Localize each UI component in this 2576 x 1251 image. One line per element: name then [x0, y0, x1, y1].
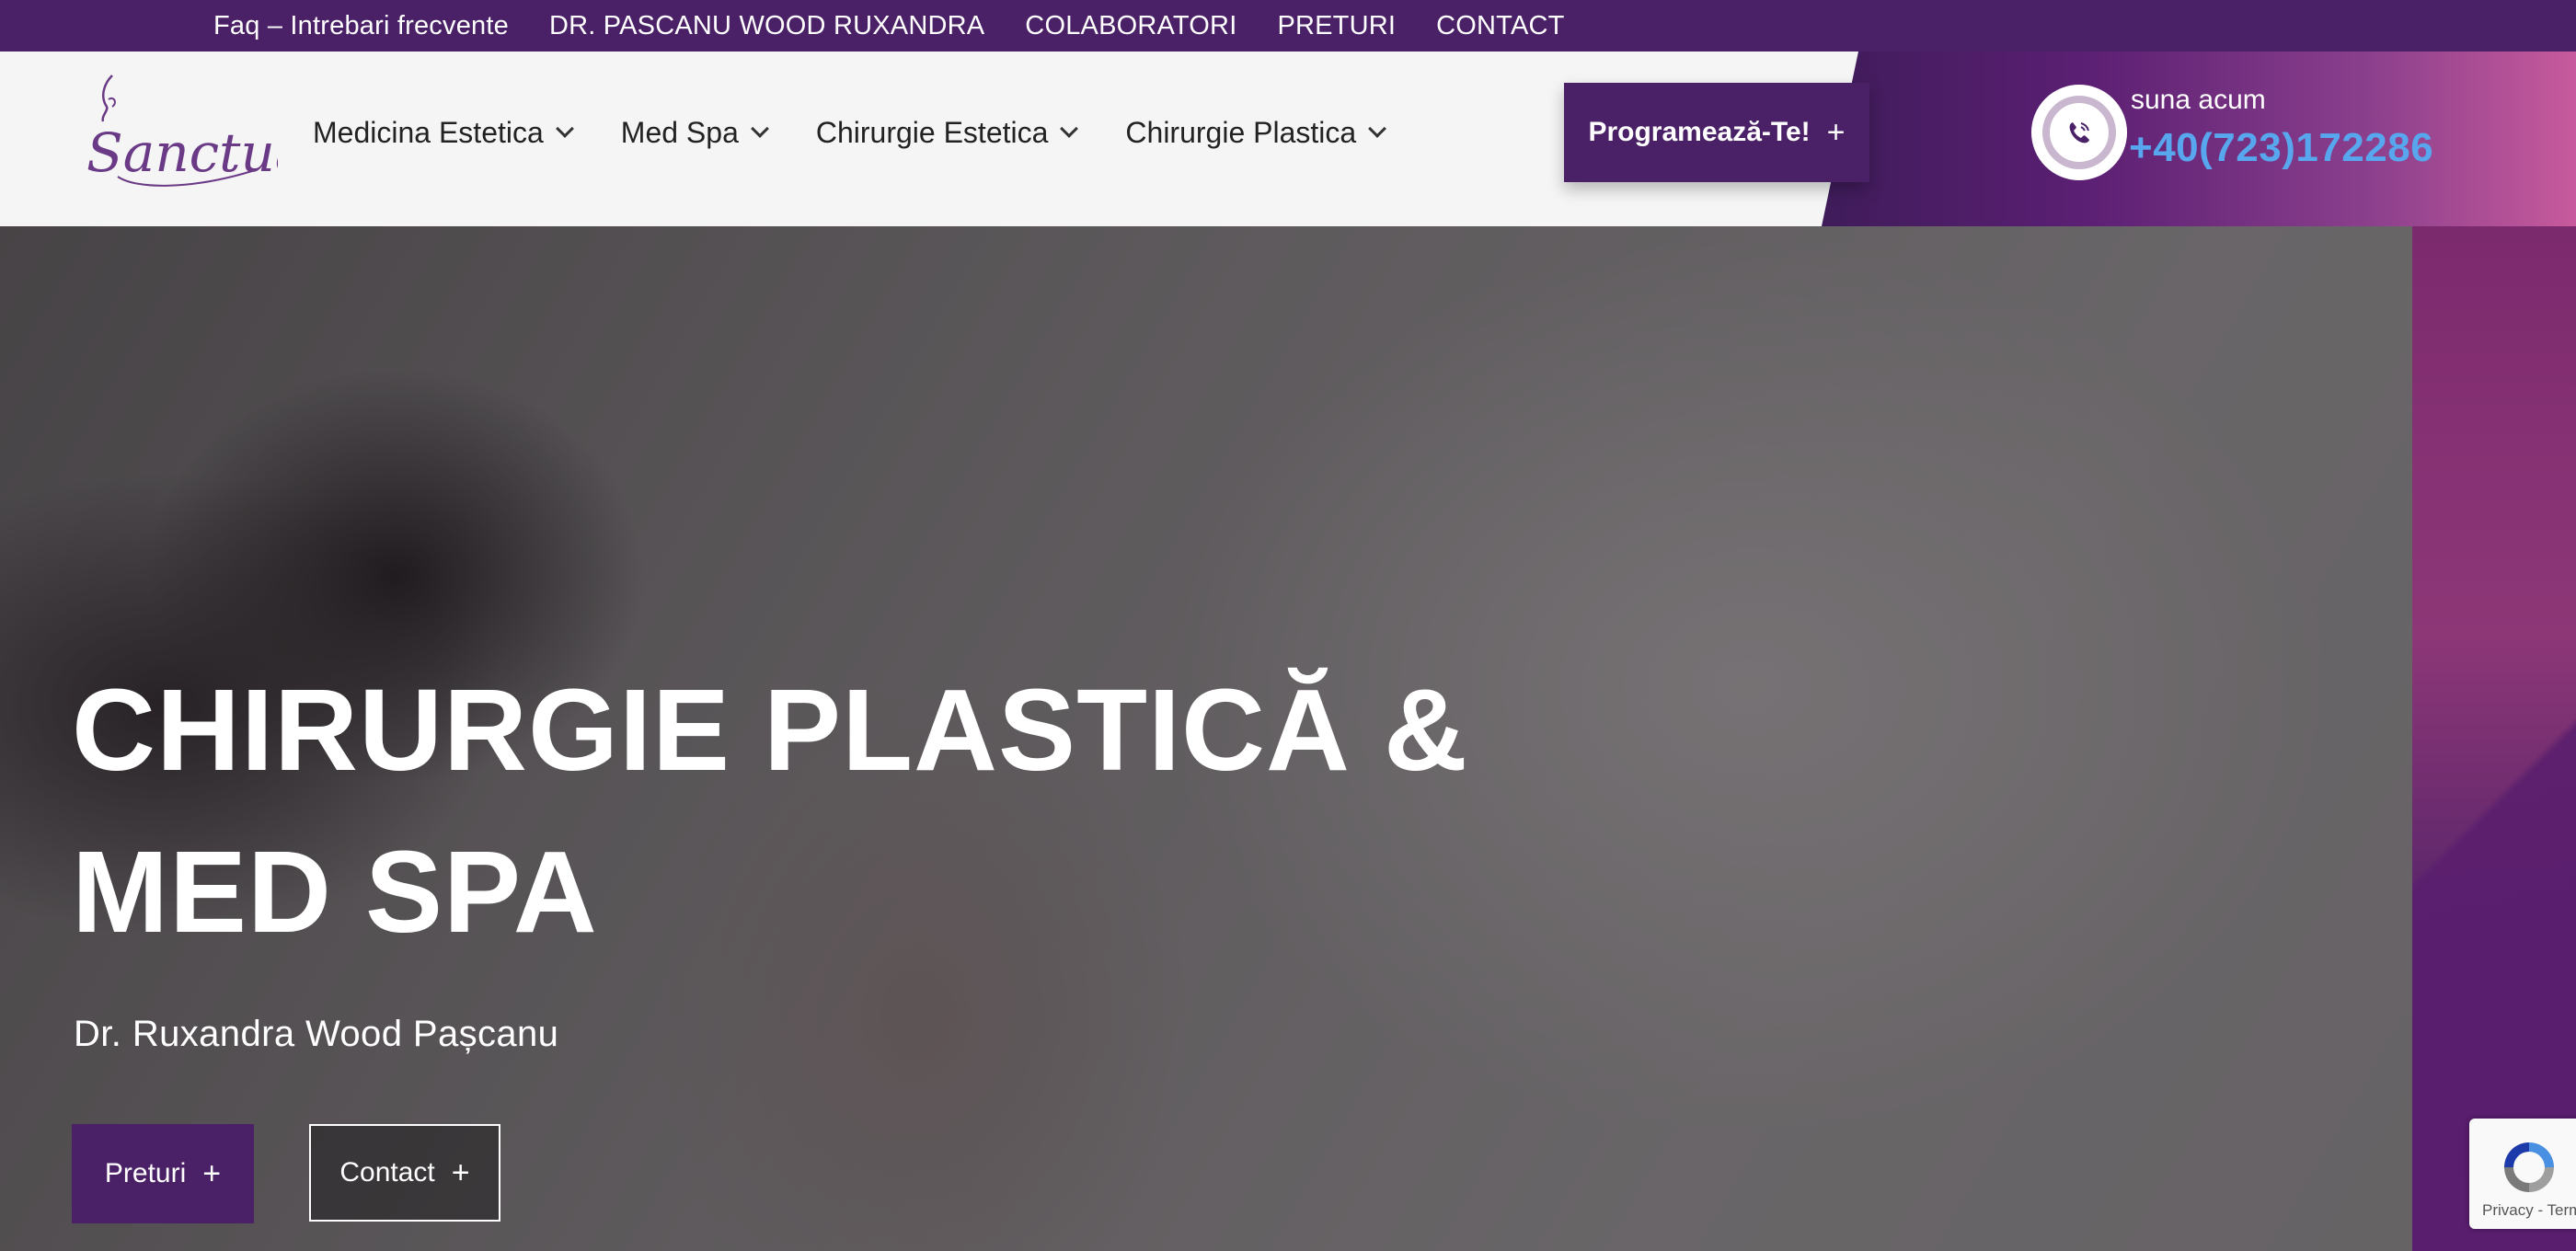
chevron-down-icon [1060, 120, 1079, 138]
top-link-preturi: PRETURI [1277, 11, 1396, 41]
top-link-contact: CONTACT [1436, 11, 1564, 41]
hero-title-line2: MED SPA [72, 827, 598, 957]
phone-icon-wrap [2042, 96, 2116, 169]
contact-button[interactable]: Contact + [309, 1124, 500, 1222]
hero-section: CHIRURGIE PLASTICĂ & MED SPA Dr. Ruxandr… [0, 226, 2576, 1251]
nav-label: Med Spa [620, 115, 739, 149]
hero-title-line1: CHIRURGIE PLASTICĂ & [72, 665, 1469, 795]
nav-item-chirurgie-estetica[interactable]: Chirurgie Estetica [815, 115, 1079, 150]
sanctuary-logo[interactable]: Sanctuary [81, 68, 278, 206]
programeaza-button[interactable]: Programează-Te! + [1564, 83, 1869, 182]
phone-number-link[interactable]: +40(723)172286 [2129, 125, 2433, 171]
chevron-down-icon [1368, 120, 1387, 138]
plus-icon: + [451, 1155, 470, 1190]
hero-subtitle: Dr. Ruxandra Wood Pașcanu [74, 1014, 559, 1054]
call-now-label: suna acum [2131, 85, 2266, 115]
nav-label: Medicina Estetica [313, 115, 544, 149]
nav-item-med-spa[interactable]: Med Spa [620, 115, 769, 150]
contact-link[interactable]: CONTACT [1436, 11, 1564, 40]
hero-title: CHIRURGIE PLASTICĂ & MED SPA [72, 649, 1468, 973]
svg-text:Sanctuary: Sanctuary [86, 121, 278, 184]
nav-item-medicina-estetica[interactable]: Medicina Estetica [313, 115, 574, 150]
recaptcha-text: Privacy - Terms [2482, 1201, 2576, 1219]
site-header: Sanctuary Medicina Estetica Med Spa Chir… [0, 52, 2576, 226]
top-link-doctor: DR. PASCANU WOOD RUXANDRA [549, 11, 984, 41]
top-link-colaboratori: COLABORATORI [1025, 11, 1236, 41]
preturi-button[interactable]: Preturi + [72, 1124, 254, 1223]
preturi-link[interactable]: PRETURI [1277, 11, 1396, 40]
preturi-button-label: Preturi [104, 1158, 187, 1188]
faq-link[interactable]: Faq – Intrebari frecvente [213, 11, 509, 40]
nav-item-chirurgie-plastica[interactable]: Chirurgie Plastica [1125, 115, 1387, 150]
top-link-faq: Faq – Intrebari frecvente [213, 11, 509, 41]
chevron-down-icon [750, 120, 769, 138]
top-links: Faq – Intrebari frecvente DR. PASCANU WO… [213, 0, 1565, 52]
contact-button-label: Contact [339, 1157, 435, 1188]
phone-icon [2069, 122, 2089, 143]
top-utility-bar: Faq – Intrebari frecvente DR. PASCANU WO… [0, 0, 2576, 52]
recaptcha-icon [2504, 1142, 2554, 1192]
colaboratori-link[interactable]: COLABORATORI [1025, 11, 1236, 40]
recaptcha-badge[interactable]: Privacy - Terms [2469, 1119, 2576, 1229]
nav-label: Chirurgie Plastica [1125, 115, 1357, 149]
programeaza-label: Programează-Te! [1588, 117, 1811, 147]
nav-label: Chirurgie Estetica [815, 115, 1049, 149]
hero-side-decoration [2412, 226, 2576, 1251]
plus-icon: + [202, 1156, 222, 1191]
chevron-down-icon [555, 120, 574, 138]
main-nav: Medicina Estetica Med Spa Chirurgie Este… [313, 52, 1387, 213]
phone-call-button[interactable] [2031, 85, 2127, 180]
doctor-link[interactable]: DR. PASCANU WOOD RUXANDRA [549, 11, 984, 40]
plus-icon: + [1826, 115, 1846, 150]
